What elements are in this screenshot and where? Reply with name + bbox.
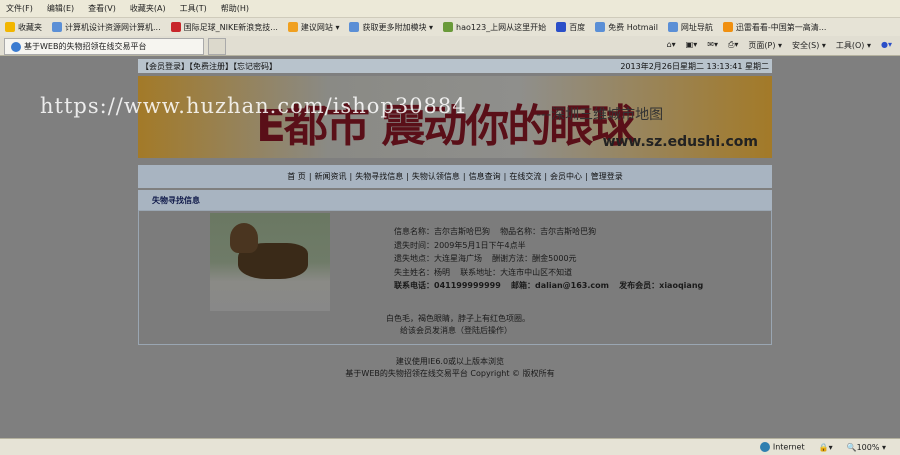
zoom-control[interactable]: 🔍100% ▾	[847, 443, 886, 452]
nav-chat[interactable]: 在线交流	[509, 171, 541, 182]
tab-row: 基于WEB的失物招领在线交易平台 ⌂▾ ▣▾ ✉▾ ⎙▾ 页面(P) ▾ 安全(…	[0, 36, 900, 56]
item-photo	[210, 213, 330, 311]
detail-panel: 信息名称：吉尔吉斯哈巴狗 物品名称：吉尔吉斯哈巴狗 遗失时间：2009年5月1日…	[138, 210, 772, 345]
menu-help[interactable]: 帮助(H)	[221, 3, 249, 14]
fav-item[interactable]: 获取更多附加模块 ▾	[349, 22, 433, 33]
help-icon[interactable]: ●▾	[881, 40, 892, 51]
print-icon[interactable]: ⎙▾	[728, 40, 738, 51]
favorites-bar: 收藏夹 计算机设计资源网计算机... 国际足球_NIKE新浪竞技... 建议网站…	[0, 17, 900, 36]
fav-item[interactable]: 迅雷看看-中国第一高清...	[722, 22, 826, 33]
lost-place: 遗失地点：大连星海广场	[394, 254, 482, 263]
item-description: 白色毛，褐色眼睛，脖子上有红色项圈。	[386, 314, 530, 323]
menu-bar: 文件(F) 编辑(E) 查看(V) 收藏夹(A) 工具(T) 帮助(H)	[0, 0, 900, 17]
suggested-sites-icon	[287, 22, 298, 32]
member-links[interactable]: 【会员登录】【免费注册】【忘记密码】	[141, 61, 277, 72]
lost-time: 遗失时间：2009年5月1日下午4点半	[394, 240, 526, 250]
status-bar: Internet 🔒▾ 🔍100% ▾	[0, 438, 900, 455]
star-icon	[5, 22, 15, 32]
nav-lost-claim[interactable]: 失物认领信息	[412, 171, 460, 182]
fav-item[interactable]: 建议网站 ▾	[287, 22, 339, 33]
item-info: 信息名称：吉尔吉斯哈巴狗 物品名称：吉尔吉斯哈巴狗 遗失时间：2009年5月1日…	[394, 225, 703, 293]
item-name: 物品名称：吉尔吉斯哈巴狗	[500, 227, 597, 236]
reward: 酬谢方法：酬金5000元	[492, 254, 577, 263]
fav-item[interactable]: 免费 Hotmail	[595, 22, 658, 33]
page-menu[interactable]: 页面(P) ▾	[748, 40, 782, 51]
member: 发布会员：xiaoqiang	[619, 281, 704, 290]
ie-page-icon	[667, 22, 678, 32]
feeds-icon[interactable]: ▣▾	[686, 40, 698, 51]
ie-page-icon	[11, 41, 21, 52]
item-description-block: 白色毛，褐色眼睛，脖子上有红色项圈。 给该会员发消息（登陆后操作）	[386, 313, 530, 337]
menu-favorites[interactable]: 收藏夹(A)	[130, 3, 166, 14]
xunlei-icon	[722, 22, 733, 32]
fav-item[interactable]: 网址导航	[667, 22, 713, 33]
menu-edit[interactable]: 编辑(E)	[47, 3, 74, 14]
menu-file[interactable]: 文件(F)	[6, 3, 33, 14]
page-content: 【会员登录】【免费注册】【忘记密码】 2013年2月26日星期二 13:13:4…	[0, 56, 900, 438]
nav-lost-search[interactable]: 失物寻找信息	[355, 171, 403, 182]
zone: Internet	[759, 442, 805, 452]
ie-page-icon	[595, 22, 606, 32]
info-name: 信息名称：吉尔吉斯哈巴狗	[394, 227, 490, 236]
hao123-icon	[443, 22, 454, 32]
fav-item[interactable]: 计算机设计资源网计算机...	[52, 22, 161, 33]
sina-icon	[170, 22, 181, 32]
datetime: 2013年2月26日星期二 13:13:41 星期二	[620, 61, 769, 71]
new-tab-button[interactable]	[208, 38, 226, 55]
fav-item[interactable]: 百度	[556, 22, 585, 33]
banner-subtitle: ---深圳三维城市地图	[536, 107, 664, 123]
command-bar: ⌂▾ ▣▾ ✉▾ ⎙▾ 页面(P) ▾ 安全(S) ▾ 工具(O) ▾ ●▾	[667, 40, 892, 51]
ie-page-icon	[349, 22, 360, 32]
menu-tools[interactable]: 工具(T)	[180, 3, 207, 14]
nav-member[interactable]: 会员中心	[550, 171, 582, 182]
menu-view[interactable]: 查看(V)	[88, 3, 116, 14]
message-member-link[interactable]: 给该会员发消息（登陆后操作）	[386, 325, 530, 337]
footer-browser-note: 建议使用IE6.0或以上版本浏览	[395, 357, 505, 366]
nav-home[interactable]: 首 页	[287, 171, 306, 182]
nav-admin[interactable]: 管理登录	[591, 171, 623, 182]
watermark: https://www.huzhan.com/ishop30884	[40, 94, 467, 118]
footer-copyright: 基于WEB的失物招领在线交易平台 Copyright © 版权所有	[345, 369, 555, 378]
globe-icon	[759, 442, 770, 452]
top-bar: 【会员登录】【免费注册】【忘记密码】 2013年2月26日星期二 13:13:4…	[138, 59, 772, 73]
baidu-icon	[556, 22, 567, 32]
address: 联系地址：大连市中山区不知道	[460, 267, 573, 277]
nav-query[interactable]: 信息查询	[469, 171, 501, 182]
nav-news[interactable]: 新闻资讯	[315, 171, 347, 182]
owner-name: 失主姓名：杨明	[394, 267, 450, 277]
favorites-button[interactable]: 收藏夹	[5, 22, 42, 33]
safety-menu[interactable]: 安全(S) ▾	[792, 40, 826, 51]
mail-icon[interactable]: ✉▾	[707, 40, 718, 51]
browser-tab[interactable]: 基于WEB的失物招领在线交易平台	[4, 38, 204, 55]
phone: 联系电话：041199999999	[394, 281, 501, 290]
fav-item[interactable]: hao123_上网从这里开始	[443, 22, 546, 33]
email: 邮箱：dalian@163.com	[510, 281, 609, 290]
home-icon[interactable]: ⌂▾	[667, 40, 676, 51]
fav-item[interactable]: 国际足球_NIKE新浪竞技...	[170, 22, 278, 33]
banner-url: www.sz.edushi.com	[602, 134, 758, 150]
protected-mode-icon[interactable]: 🔒▾	[819, 443, 833, 452]
tools-menu[interactable]: 工具(O) ▾	[836, 40, 871, 51]
section-title: 失物寻找信息	[138, 190, 772, 210]
main-nav: 首 页 | 新闻资讯 | 失物寻找信息 | 失物认领信息 | 信息查询 | 在线交流 | 会…	[138, 165, 772, 188]
ie-page-icon	[52, 22, 62, 32]
